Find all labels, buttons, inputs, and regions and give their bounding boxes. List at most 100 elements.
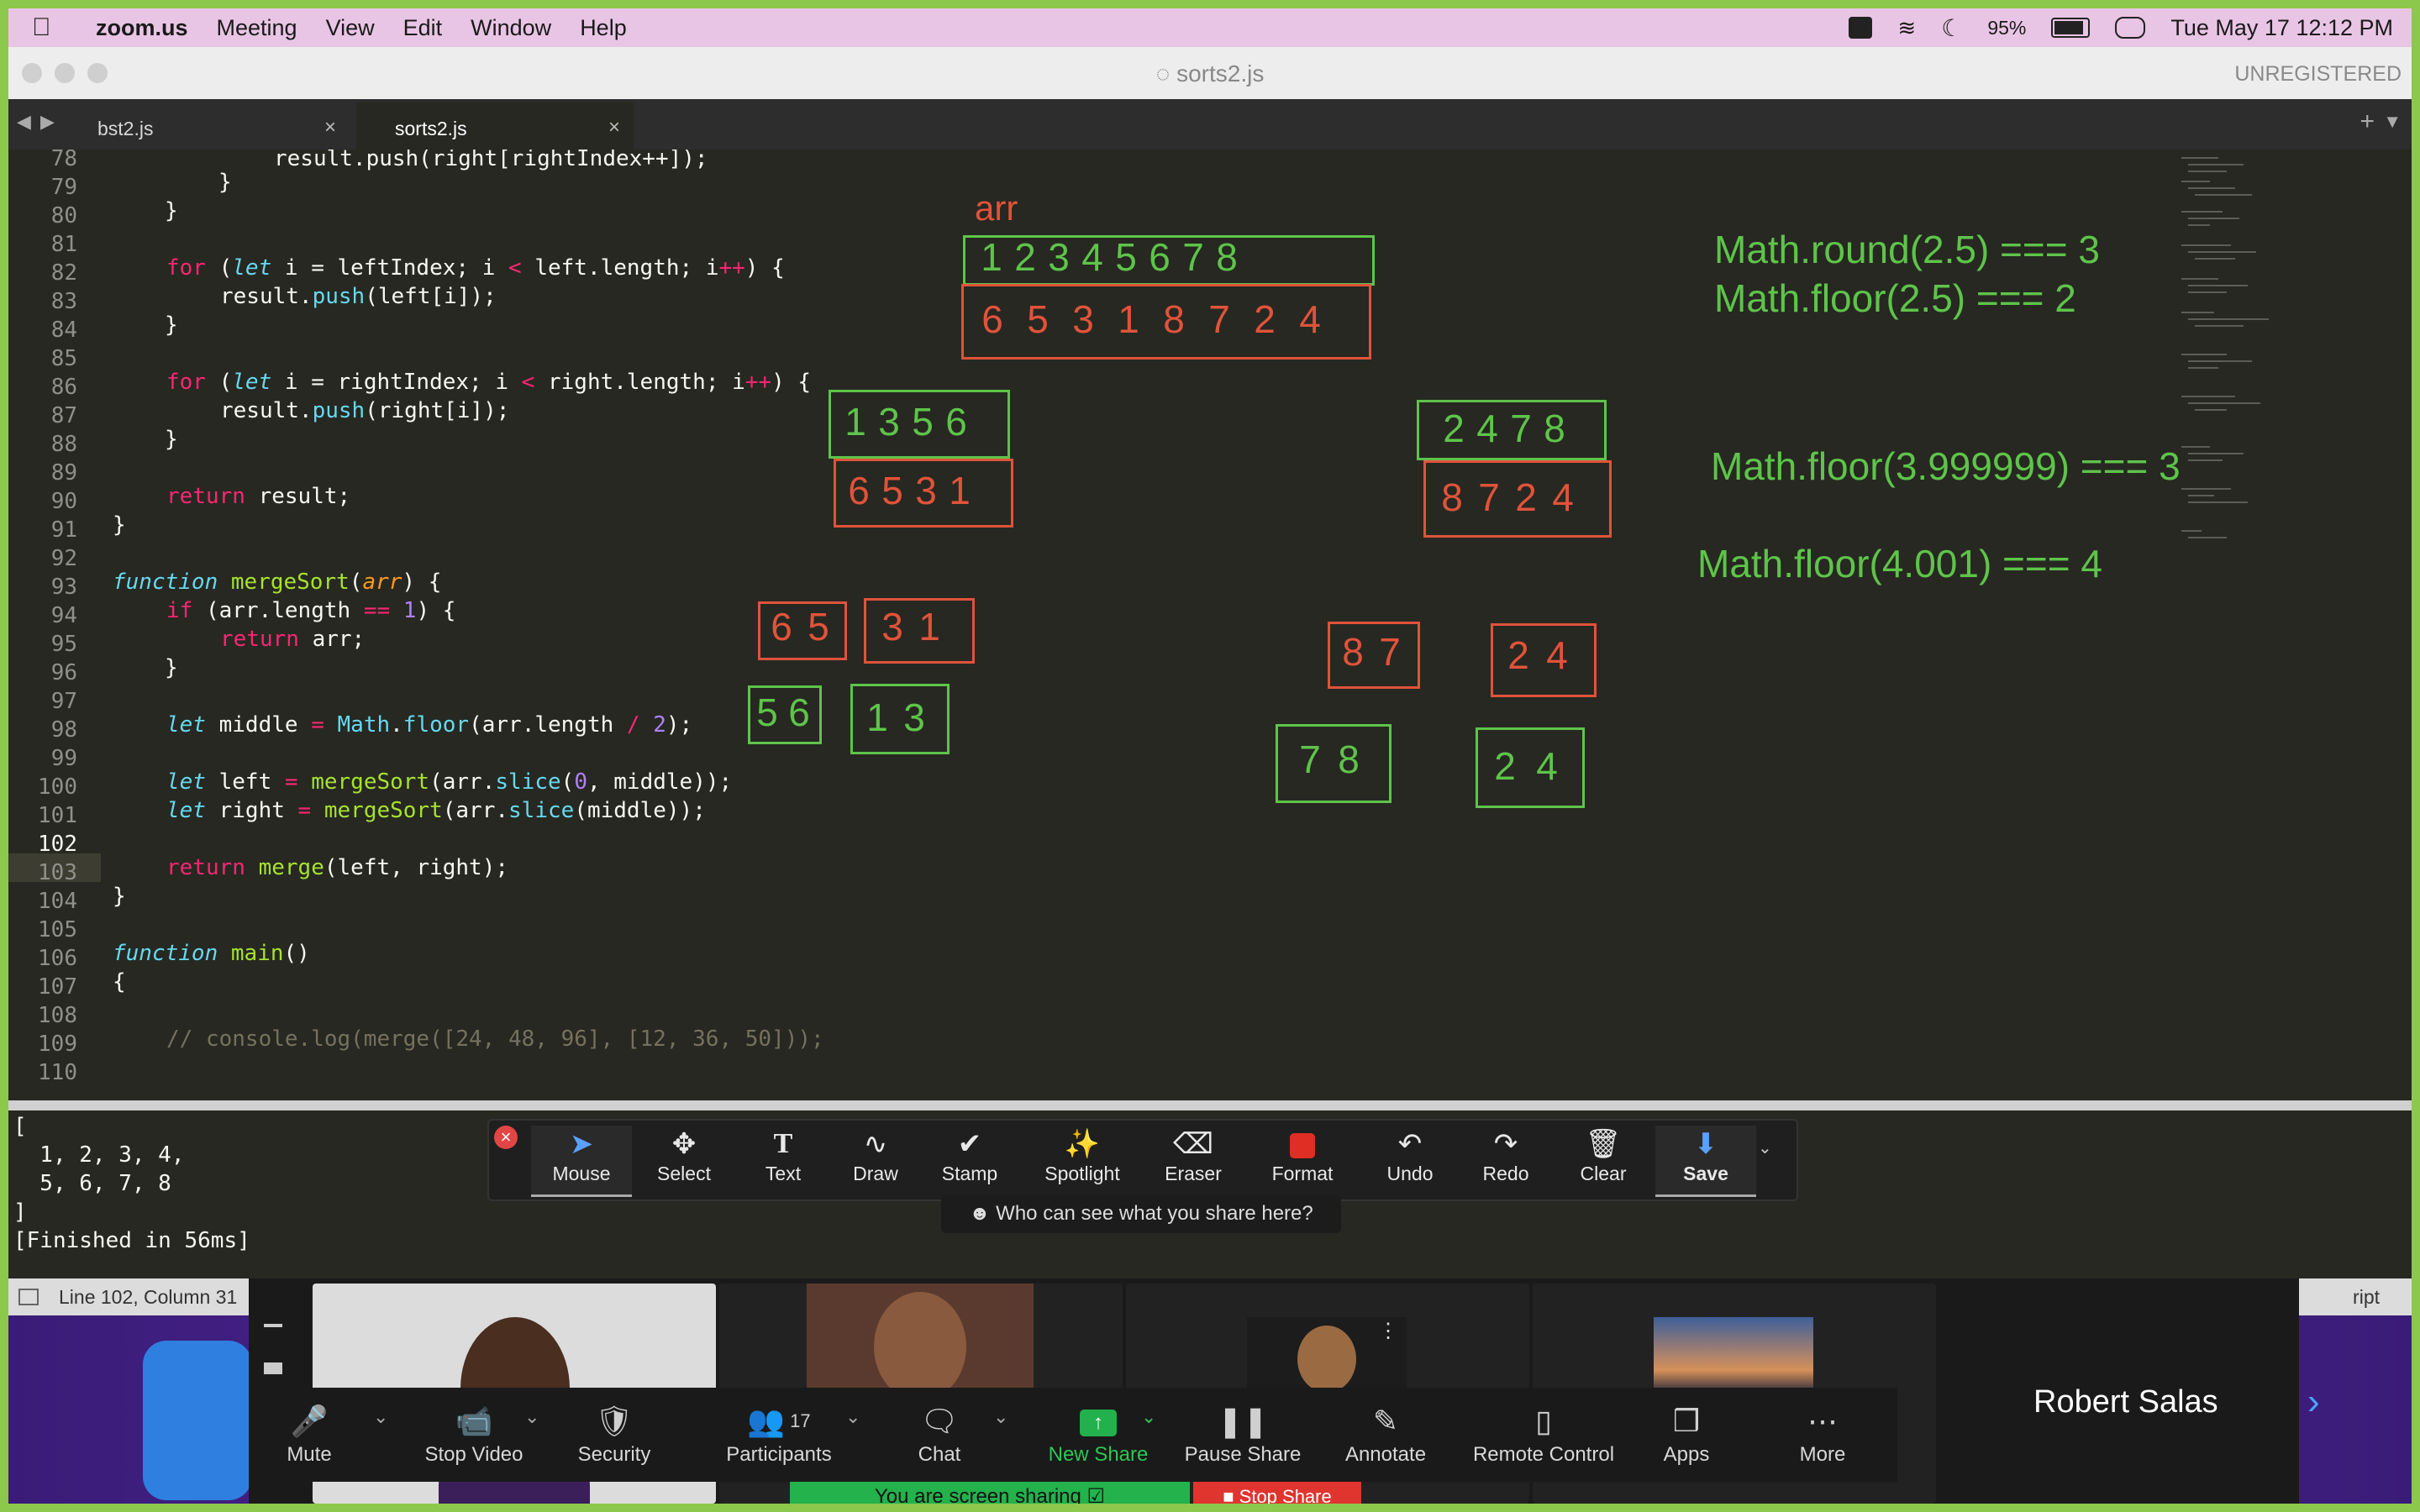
tool-spotlight[interactable]: ✨ Spotlight bbox=[1023, 1126, 1141, 1194]
menu-help[interactable]: Help bbox=[580, 15, 627, 41]
array-cell: 8 bbox=[1544, 407, 1565, 450]
array-cell: 3 bbox=[903, 696, 925, 739]
tool-mouse[interactable]: ➤ Mouse bbox=[531, 1126, 632, 1197]
menu-window[interactable]: Window bbox=[471, 15, 551, 41]
tool-clear[interactable]: 🗑 Clear bbox=[1553, 1126, 1654, 1194]
chat-button[interactable]: 🗨 Chat bbox=[913, 1399, 966, 1467]
battery-icon[interactable] bbox=[2051, 18, 2091, 38]
array-cell: 2 bbox=[1443, 407, 1465, 450]
file-icon: ◌ bbox=[1155, 60, 1177, 87]
security-button[interactable]: 🛡 Security bbox=[571, 1399, 657, 1467]
cursor-position[interactable]: Line 102, Column 31 bbox=[59, 1286, 237, 1309]
remote-control-button[interactable]: ▯ Remote Control bbox=[1464, 1399, 1623, 1467]
color-swatch-icon bbox=[1252, 1126, 1353, 1163]
tool-format[interactable]: Format bbox=[1252, 1126, 1353, 1194]
new-tab-icon[interactable]: + bbox=[2360, 108, 2375, 136]
trash-icon: 🗑 bbox=[1585, 1128, 1622, 1160]
tab-sorts2[interactable]: sorts2.js × bbox=[356, 102, 634, 150]
mute-button[interactable]: 🎤 Mute bbox=[271, 1399, 348, 1467]
next-page-chevron-icon[interactable]: › bbox=[2307, 1381, 2320, 1423]
clock[interactable]: Tue May 17 12:12 PM bbox=[2170, 15, 2393, 41]
new-share-button[interactable]: ↑ New Share bbox=[1044, 1399, 1153, 1467]
more-dots-icon: ⋯ bbox=[1807, 1404, 1838, 1438]
math-note: Math.floor(2.5) === 2 bbox=[1714, 276, 2076, 320]
array-cell: 4 bbox=[1552, 475, 1574, 519]
tool-text[interactable]: T Text bbox=[733, 1126, 834, 1194]
pause-share-button[interactable]: ❚❚ Pause Share bbox=[1181, 1399, 1304, 1467]
pair-78: 78 bbox=[1291, 732, 1368, 786]
window-title: ◌ sorts2.js bbox=[1155, 60, 1265, 87]
tab-menu-icon[interactable]: ▼ bbox=[2383, 111, 2402, 133]
close-toolbar-button[interactable]: × bbox=[494, 1126, 518, 1149]
tool-undo[interactable]: ↶ Undo bbox=[1360, 1126, 1460, 1194]
moon-icon[interactable]: ☾ bbox=[1941, 14, 1962, 42]
who-can-see-button[interactable]: ☻ Who can see what you share here? bbox=[941, 1194, 1341, 1233]
stop-video-button[interactable]: 📹 Stop Video bbox=[413, 1399, 534, 1467]
array-cell: 7 bbox=[1182, 235, 1204, 279]
array-cell: 7 bbox=[1208, 297, 1230, 341]
annotate-button[interactable]: ✎ Annotate bbox=[1339, 1399, 1432, 1467]
mouse-icon: ▯ bbox=[1535, 1404, 1552, 1438]
participants-button[interactable]: 👥 17 Participants bbox=[719, 1399, 839, 1467]
apps-button[interactable]: ❒ Apps bbox=[1660, 1399, 1712, 1467]
nav-back-icon[interactable]: ◀ bbox=[17, 111, 31, 133]
menu-view[interactable]: View bbox=[326, 15, 375, 41]
screen-sharing-indicator: You are screen sharing ☑ ■ Stop Share bbox=[790, 1482, 1361, 1504]
tab-close-icon[interactable]: × bbox=[324, 116, 336, 139]
share-options-chevron-icon[interactable]: ⌄ bbox=[1141, 1406, 1156, 1428]
array-cell: 2 bbox=[1515, 475, 1537, 519]
array-cell: 3 bbox=[1072, 297, 1094, 341]
nav-forward-icon[interactable]: ▶ bbox=[40, 111, 55, 133]
drive-icon[interactable] bbox=[1849, 17, 1873, 39]
more-button[interactable]: ⋯ More bbox=[1797, 1399, 1849, 1467]
tool-stamp[interactable]: ✔ Stamp bbox=[919, 1126, 1020, 1194]
menu-meeting[interactable]: Meeting bbox=[217, 15, 297, 41]
gallery-view-icon[interactable] bbox=[264, 1362, 282, 1374]
checkmark-icon: ✔ bbox=[957, 1128, 982, 1160]
array-cell: 3 bbox=[915, 469, 937, 512]
video-options-chevron-icon[interactable]: ⌄ bbox=[524, 1406, 539, 1428]
wifi-icon[interactable]: ≋ bbox=[1897, 15, 1916, 41]
audio-options-chevron-icon[interactable]: ⌄ bbox=[373, 1406, 388, 1428]
more-options-icon[interactable]: ⋮ bbox=[1378, 1319, 1398, 1343]
stop-share-button[interactable]: ■ Stop Share bbox=[1193, 1482, 1361, 1504]
syntax-label[interactable]: ript bbox=[2353, 1286, 2380, 1309]
tool-draw[interactable]: ∿ Draw bbox=[825, 1126, 926, 1194]
tool-redo[interactable]: ↷ Redo bbox=[1455, 1126, 1556, 1194]
array-cell: 4 bbox=[1536, 744, 1558, 788]
save-options-chevron-icon[interactable]: ⌄ bbox=[1758, 1137, 1772, 1158]
array-cell: 1 bbox=[981, 235, 1002, 279]
unregistered-label: UNREGISTERED bbox=[2234, 62, 2402, 86]
panel-toggle-icon[interactable] bbox=[18, 1289, 39, 1305]
tool-save[interactable]: ⬇ Save bbox=[1655, 1126, 1756, 1197]
array-cell: 5 bbox=[1115, 235, 1137, 279]
participants-options-chevron-icon[interactable]: ⌄ bbox=[845, 1406, 860, 1428]
pause-icon: ❚❚ bbox=[1217, 1404, 1269, 1438]
video-camera-icon: 📹 bbox=[455, 1404, 493, 1438]
right-orig: 8724 bbox=[1434, 470, 1581, 524]
output-line: [Finished in 56ms] bbox=[13, 1228, 250, 1253]
control-center-icon[interactable] bbox=[2115, 17, 2146, 39]
left-orig: 6531 bbox=[842, 464, 976, 517]
left-sorted: 1356 bbox=[839, 395, 973, 449]
code-editor[interactable]: 7778798081828384858687888990919293949596… bbox=[8, 150, 2412, 1100]
menu-edit[interactable]: Edit bbox=[403, 15, 443, 41]
array-cell: 7 bbox=[1510, 407, 1532, 450]
tab-bst2[interactable]: bst2.js × bbox=[72, 102, 350, 150]
array-cell: 6 bbox=[848, 469, 870, 512]
math-note: Math.round(2.5) === 3 bbox=[1714, 228, 2101, 271]
tool-select[interactable]: ✥ Select bbox=[634, 1126, 734, 1194]
menu-app-name[interactable]: zoom.us bbox=[96, 15, 188, 41]
panel-divider[interactable] bbox=[8, 1100, 2412, 1110]
finder-dock-icon[interactable] bbox=[143, 1341, 252, 1500]
tab-close-icon[interactable]: × bbox=[608, 116, 620, 139]
sharing-status[interactable]: You are screen sharing ☑ bbox=[790, 1482, 1190, 1504]
chat-options-chevron-icon[interactable]: ⌄ bbox=[993, 1406, 1008, 1428]
pair-24b: 24 bbox=[1484, 739, 1568, 793]
tool-eraser[interactable]: ⌫ Eraser bbox=[1143, 1126, 1244, 1194]
array-cell: 8 bbox=[1216, 235, 1238, 279]
pair-65: 65 bbox=[763, 600, 837, 654]
apple-icon[interactable]:  bbox=[32, 13, 66, 42]
menubar:  zoom.us Meeting View Edit Window Help … bbox=[8, 8, 2412, 47]
minimize-gallery-icon[interactable] bbox=[264, 1324, 282, 1327]
